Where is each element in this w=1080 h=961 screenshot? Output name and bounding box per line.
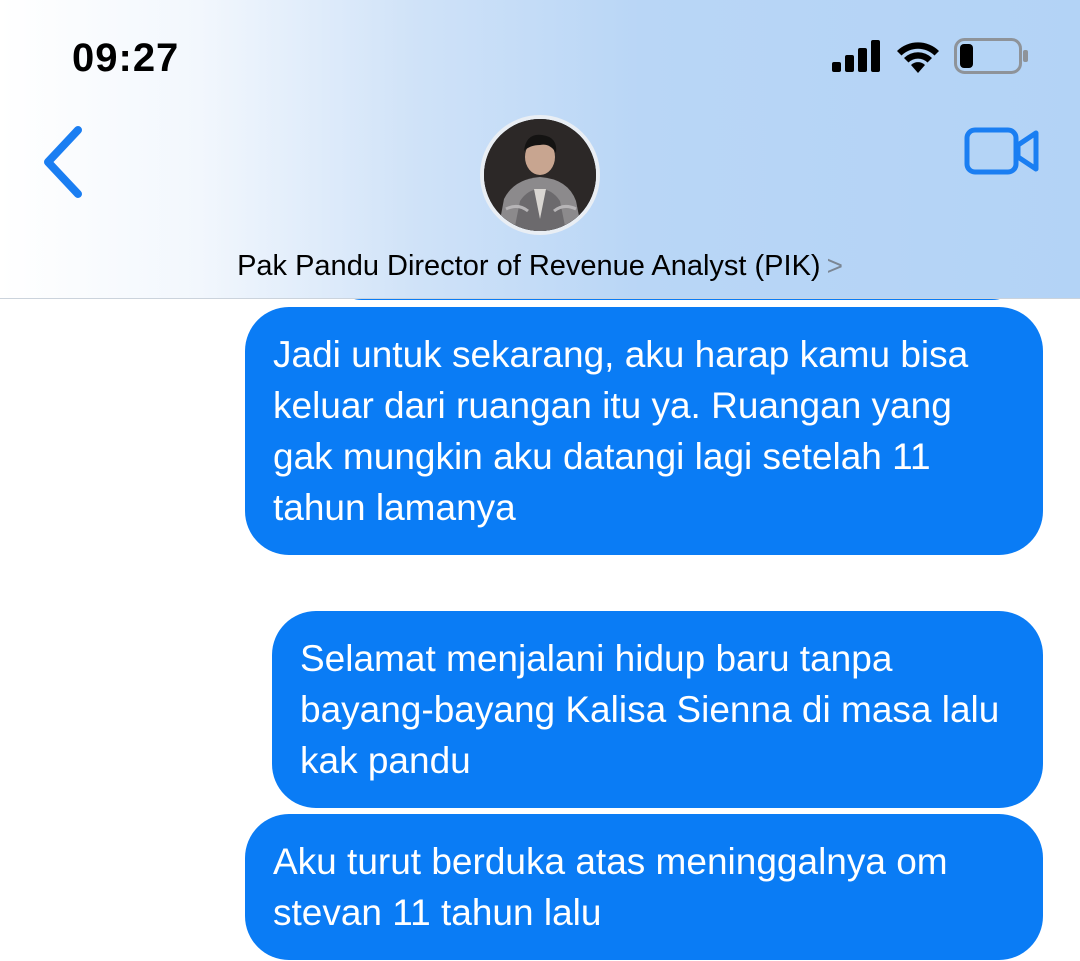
message-bubble-1[interactable]: Jadi untuk sekarang, aku harap kamu bisa… bbox=[245, 307, 1043, 555]
messages-screen: Jadi untuk sekarang, aku harap kamu bisa… bbox=[0, 0, 1080, 961]
message-text: Selamat menjalani hidup baru tanpa bayan… bbox=[300, 638, 1000, 781]
chevron-right-icon: > bbox=[826, 250, 843, 281]
battery-icon bbox=[954, 38, 1028, 74]
video-call-button[interactable] bbox=[964, 127, 1040, 177]
avatar-photo bbox=[484, 119, 596, 231]
contact-name-button[interactable]: Pak Pandu Director of Revenue Analyst (P… bbox=[0, 250, 1080, 283]
contact-name: Pak Pandu Director of Revenue Analyst (P… bbox=[237, 250, 821, 282]
message-bubble-3[interactable]: Aku turut berduka atas meninggalnya om s… bbox=[245, 814, 1043, 960]
message-text: Jadi untuk sekarang, aku harap kamu bisa… bbox=[273, 334, 969, 528]
chevron-left-icon bbox=[44, 126, 82, 198]
back-button[interactable] bbox=[36, 122, 96, 202]
status-icons bbox=[832, 38, 1030, 74]
message-text: Aku turut berduka atas meninggalnya om s… bbox=[273, 841, 948, 933]
message-bubble-2[interactable]: Selamat menjalani hidup baru tanpa bayan… bbox=[272, 611, 1043, 808]
signal-icon bbox=[832, 40, 880, 72]
status-time: 09:27 bbox=[72, 36, 180, 80]
conversation-header: 09:27 Pak Pandu Director of Revenue Anal… bbox=[0, 0, 1080, 299]
video-camera-icon bbox=[964, 127, 1039, 175]
wifi-icon bbox=[897, 42, 939, 73]
contact-avatar[interactable] bbox=[480, 115, 600, 235]
